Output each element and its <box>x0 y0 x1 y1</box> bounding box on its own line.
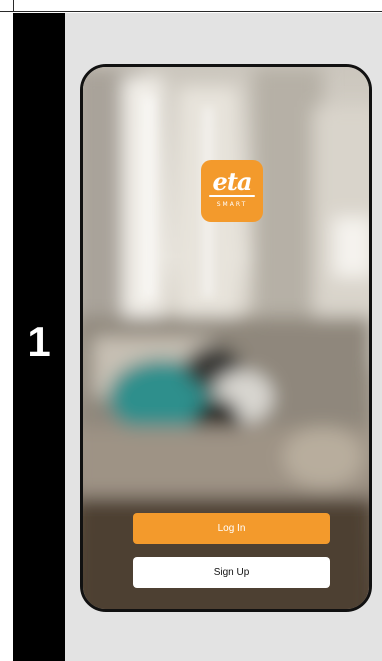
step-number: 1 <box>13 318 65 366</box>
eta-smart-logo: eta SMART <box>201 160 263 222</box>
instruction-page: 1 <box>0 0 382 661</box>
logo-underline <box>209 195 255 197</box>
log-in-button[interactable]: Log In <box>133 513 330 544</box>
logo-script-text: eta <box>201 168 263 196</box>
top-tick <box>13 0 14 12</box>
app-content: eta SMART Log In Sign Up <box>83 67 369 609</box>
step-column: 1 <box>13 13 65 661</box>
top-rule <box>0 0 382 12</box>
sign-up-button[interactable]: Sign Up <box>133 557 330 588</box>
logo-sub-text: SMART <box>201 201 263 209</box>
